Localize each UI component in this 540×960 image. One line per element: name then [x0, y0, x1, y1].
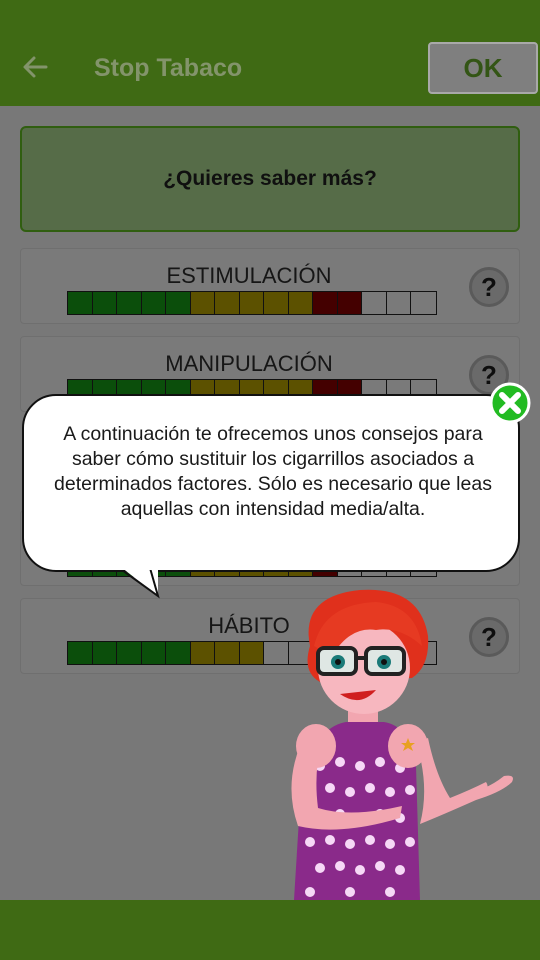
- intensity-segment: [215, 292, 240, 314]
- intensity-segment: [141, 292, 166, 314]
- intensity-segment: [68, 292, 93, 314]
- factor-label: MANIPULACIÓN: [165, 351, 333, 376]
- intensity-segment: [117, 292, 142, 314]
- app-bar: Stop Tabaco OK: [0, 0, 540, 106]
- intensity-segment: [190, 292, 215, 314]
- intensity-segment: [166, 292, 191, 314]
- intensity-segment: [239, 642, 264, 664]
- help-icon[interactable]: ?: [469, 267, 509, 307]
- factor-label: ESTIMULACIÓN: [166, 263, 332, 288]
- close-icon[interactable]: [489, 382, 531, 424]
- intensity-bar: [67, 291, 437, 315]
- intensity-segment: [190, 642, 215, 664]
- bubble-tail: [110, 560, 170, 599]
- intensity-segment: [215, 642, 240, 664]
- intensity-segment: [92, 642, 117, 664]
- intensity-segment: [68, 642, 93, 664]
- ok-button[interactable]: OK: [428, 42, 538, 94]
- bottom-bar: [0, 900, 540, 960]
- intensity-segment: [264, 292, 289, 314]
- intensity-segment: [141, 642, 166, 664]
- back-arrow-icon[interactable]: [20, 52, 50, 82]
- intensity-segment: [92, 292, 117, 314]
- intensity-segment: [411, 292, 436, 314]
- character-illustration: [291, 589, 513, 900]
- know-more-button[interactable]: ¿Quieres saber más?: [20, 126, 520, 232]
- intensity-segment: [166, 642, 191, 664]
- intensity-segment: [117, 642, 142, 664]
- tip-text: A continuación te ofrecemos unos consejo…: [54, 423, 492, 520]
- intensity-segment: [288, 292, 313, 314]
- factor-card-estimulacion: ESTIMULACIÓN ?: [20, 248, 520, 324]
- intensity-segment: [239, 292, 264, 314]
- intensity-segment: [337, 292, 362, 314]
- intensity-segment: [313, 292, 338, 314]
- app-title: Stop Tabaco: [94, 54, 243, 82]
- intensity-segment: [386, 292, 411, 314]
- tip-bubble: A continuación te ofrecemos unos consejo…: [22, 394, 520, 572]
- intensity-segment: [362, 292, 387, 314]
